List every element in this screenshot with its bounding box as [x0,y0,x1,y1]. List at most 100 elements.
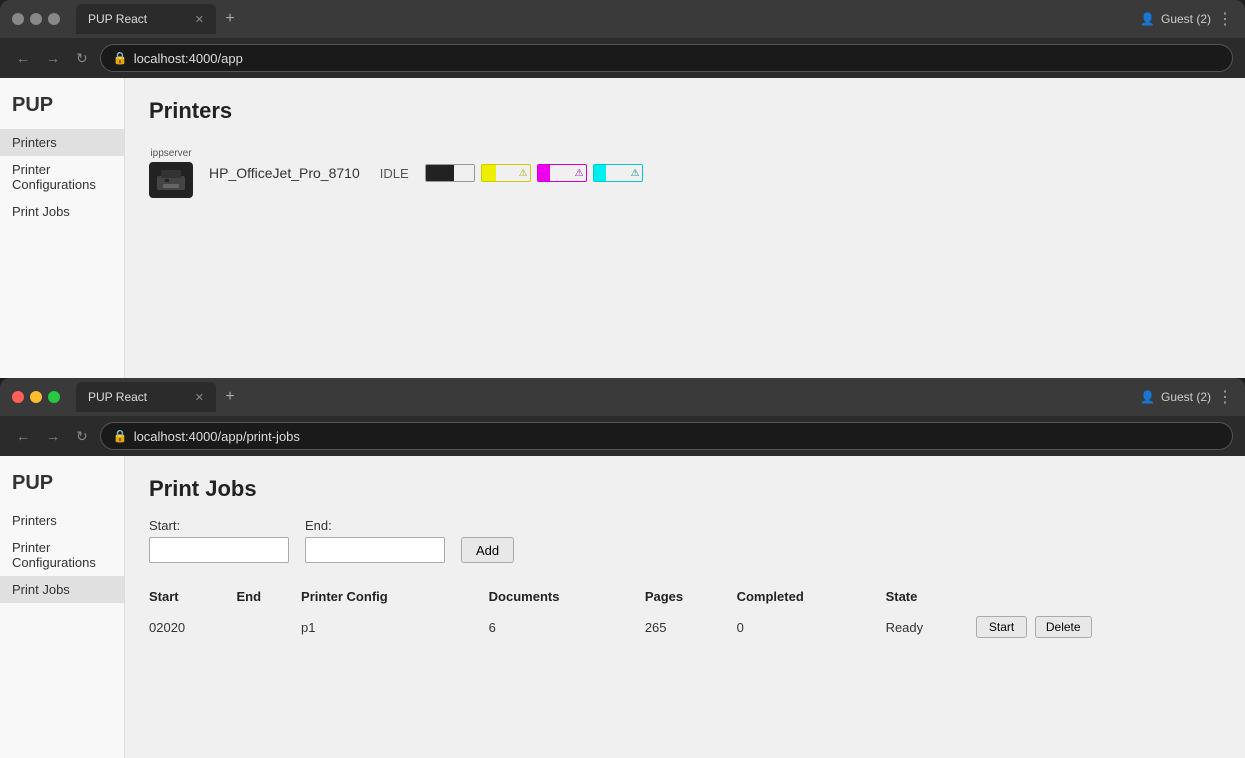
ink-bar-yellow: ⚠ [481,164,531,182]
cell-start: 02020 [149,610,237,644]
maximize-light[interactable] [48,391,60,403]
sidebar-item-print-jobs-bottom[interactable]: Print Jobs [0,576,124,603]
close-light[interactable] [12,391,24,403]
delete-button[interactable]: Delete [1035,616,1092,638]
print-jobs-table: Start End Printer Config Documents Pages… [149,583,1221,644]
maximize-dot [48,13,60,25]
tab-pup-react-top[interactable]: PUP React ✕ [76,4,216,34]
top-browser-window: PUP React ✕ + 👤 Guest (2) ⋮ ← → ↻ 🔒 loca… [0,0,1245,378]
account-label-top: Guest (2) [1161,12,1211,26]
printer-icon-container: ippserver [149,148,193,198]
sidebar-item-printer-configs-bottom[interactable]: Printer Configurations [0,534,124,576]
cell-state: Ready [886,610,976,644]
reload-btn-top[interactable]: ↻ [72,46,92,71]
printer-card: ippserver HP_OfficeJet_Pro_8710 IDLE [149,140,1221,206]
traffic-lights-bottom [12,391,60,403]
sidebar-item-print-jobs-top[interactable]: Print Jobs [0,198,124,225]
col-documents: Documents [489,583,645,610]
end-input[interactable] [305,537,445,563]
start-input[interactable] [149,537,289,563]
ink-bar-black [425,164,475,182]
minimize-light[interactable] [30,391,42,403]
start-field-group: Start: [149,518,289,563]
bottom-page-title: Print Jobs [149,476,1221,502]
table-header-row: Start End Printer Config Documents Pages… [149,583,1221,610]
bottom-app-area: PUP Printers Printer Configurations Prin… [0,456,1245,758]
cell-actions: Start Delete [976,610,1221,644]
sidebar-item-printer-configs-top[interactable]: Printer Configurations [0,156,124,198]
bottom-sidebar-nav: Printers Printer Configurations Print Jo… [0,507,124,603]
col-actions [976,583,1221,610]
tab-title-top: PUP React [88,12,147,26]
back-btn-top[interactable]: ← [12,46,34,70]
col-start: Start [149,583,237,610]
top-sidebar-nav: Printers Printer Configurations Print Jo… [0,129,124,225]
col-completed: Completed [737,583,886,610]
lock-icon-top: 🔒 [113,51,128,65]
account-area-bottom: 👤 Guest (2) ⋮ [1140,387,1233,407]
menu-dots-top[interactable]: ⋮ [1217,9,1233,29]
top-main-content: Printers ippserver HP_OfficeJet_Pro_8710 [125,78,1245,378]
print-jobs-form: Start: End: Add [149,518,1221,563]
bottom-browser-window: PUP React ✕ + 👤 Guest (2) ⋮ ← → ↻ 🔒 loca… [0,378,1245,758]
address-text-top: localhost:4000/app [134,51,243,66]
cell-documents: 6 [489,610,645,644]
account-label-bottom: Guest (2) [1161,390,1211,404]
tab-close-bottom[interactable]: ✕ [195,391,204,404]
top-logo: PUP [0,94,124,129]
address-input-bottom[interactable]: 🔒 localhost:4000/app/print-jobs [100,422,1233,450]
bottom-main-content: Print Jobs Start: End: Add Start [125,456,1245,758]
forward-btn-bottom[interactable]: → [42,424,64,448]
reload-btn-bottom[interactable]: ↻ [72,424,92,449]
top-page-title: Printers [149,98,1221,124]
account-area-top: 👤 Guest (2) ⋮ [1140,9,1233,29]
forward-btn-top[interactable]: → [42,46,64,70]
cell-pages: 265 [645,610,737,644]
top-sidebar: PUP Printers Printer Configurations Prin… [0,78,125,378]
printer-name: HP_OfficeJet_Pro_8710 [209,165,360,181]
end-label: End: [305,518,445,533]
add-button[interactable]: Add [461,537,514,563]
ippserver-label: ippserver [150,148,191,159]
lock-icon-bottom: 🔒 [113,429,128,443]
bottom-titlebar: PUP React ✕ + 👤 Guest (2) ⋮ [0,378,1245,416]
yellow-ink-warning: ⚠ [519,168,528,179]
bottom-logo: PUP [0,472,124,507]
cell-completed: 0 [737,610,886,644]
ink-bar-magenta: ⚠ [537,164,587,182]
table-row: 02020 p1 6 265 0 Ready Start Delete [149,610,1221,644]
account-icon: 👤 [1140,12,1155,26]
tab-bar: PUP React ✕ + [76,4,244,34]
top-app-area: PUP Printers Printer Configurations Prin… [0,78,1245,378]
bottom-sidebar: PUP Printers Printer Configurations Prin… [0,456,125,758]
start-label: Start: [149,518,289,533]
magenta-ink-warning: ⚠ [575,168,584,179]
back-btn-bottom[interactable]: ← [12,424,34,448]
ink-bar-cyan: ⚠ [593,164,643,182]
sidebar-item-printers-top[interactable]: Printers [0,129,124,156]
account-icon-bottom: 👤 [1140,390,1155,404]
sidebar-item-printers-bottom[interactable]: Printers [0,507,124,534]
printer-status: IDLE [380,166,409,181]
table-header: Start End Printer Config Documents Pages… [149,583,1221,610]
top-titlebar: PUP React ✕ + 👤 Guest (2) ⋮ [0,0,1245,38]
new-tab-bottom[interactable]: + [216,383,244,411]
top-addressbar: ← → ↻ 🔒 localhost:4000/app [0,38,1245,78]
tab-close-top[interactable]: ✕ [195,13,204,26]
minimize-dot [30,13,42,25]
end-field-group: End: [305,518,445,563]
cell-end [237,610,302,644]
bottom-addressbar: ← → ↻ 🔒 localhost:4000/app/print-jobs [0,416,1245,456]
cell-printer-config: p1 [301,610,489,644]
traffic-lights-top [12,13,60,25]
address-input-top[interactable]: 🔒 localhost:4000/app [100,44,1233,72]
menu-dots-bottom[interactable]: ⋮ [1217,387,1233,407]
new-tab-top[interactable]: + [216,5,244,33]
tab-bar-bottom: PUP React ✕ + [76,382,244,412]
col-state: State [886,583,976,610]
start-button[interactable]: Start [976,616,1027,638]
printer-svg [155,168,187,192]
tab-title-bottom: PUP React [88,390,147,404]
tab-pup-react-bottom[interactable]: PUP React ✕ [76,382,216,412]
ink-bars: ⚠ ⚠ ⚠ [425,164,643,182]
